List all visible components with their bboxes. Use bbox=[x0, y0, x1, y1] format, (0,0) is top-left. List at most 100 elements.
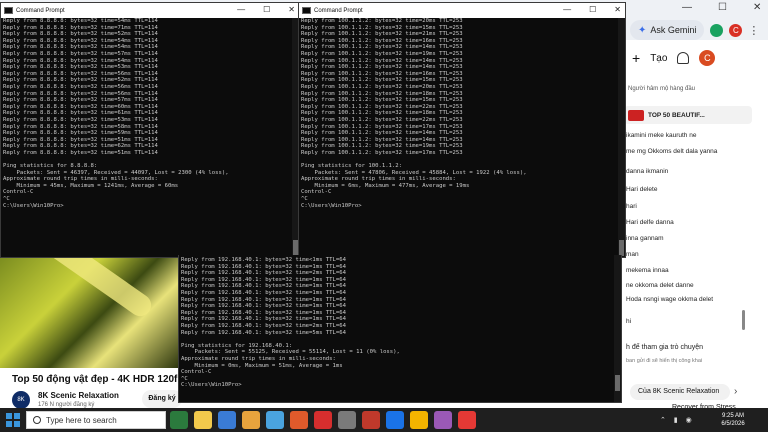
window-title: Command Prompt bbox=[314, 7, 363, 14]
video-player[interactable] bbox=[0, 256, 180, 368]
console-line: ^C bbox=[3, 196, 10, 203]
video-title: Top 50 động vật đẹp - 4K HDR 120fps bbox=[12, 374, 190, 385]
profile-avatar[interactable]: C bbox=[729, 23, 743, 37]
clock-date: 6/5/2026 bbox=[721, 421, 745, 427]
taskbar-app-icon[interactable] bbox=[194, 411, 212, 429]
chat-join-prompt[interactable]: h để tham gia trò chuyện bbox=[626, 344, 703, 351]
subscribe-button[interactable]: Đăng ký bbox=[142, 390, 182, 408]
extension-icon[interactable] bbox=[710, 23, 724, 37]
minimize-icon[interactable]: — bbox=[237, 5, 245, 14]
console-output[interactable]: Reply from 8.8.8.8: bytes=32 time=54ms T… bbox=[3, 18, 291, 257]
console-line: Reply from 8.8.8.8: bytes=32 time=53ms T… bbox=[3, 64, 158, 71]
console-line: Reply from 100.1.1.2: bytes=32 time=19ms… bbox=[301, 50, 463, 57]
maximize-icon[interactable]: ☐ bbox=[718, 2, 727, 13]
taskbar-app-icon[interactable] bbox=[386, 411, 404, 429]
taskbar-search[interactable]: Type here to search bbox=[26, 411, 166, 429]
window-titlebar[interactable]: Command Prompt — ☐ ✕ bbox=[299, 3, 625, 18]
command-prompt-window[interactable]: Command Prompt — ☐ ✕ Reply from 100.1.1.… bbox=[298, 2, 626, 258]
taskbar-app-icon[interactable] bbox=[410, 411, 428, 429]
console-line: Reply from 192.168.40.1: bytes=32 time=1… bbox=[181, 289, 347, 296]
window-title: Command Prompt bbox=[16, 7, 65, 14]
window-controls: — ☐ ✕ bbox=[563, 5, 621, 14]
console-line: Minimum = 45ms, Maximum = 1241ms, Averag… bbox=[3, 182, 179, 189]
pinned-message[interactable]: TOP 50 BEAUTIF... bbox=[624, 106, 752, 124]
channel-avatar[interactable]: 8K bbox=[12, 391, 30, 409]
chat-scrollbar[interactable] bbox=[742, 140, 745, 330]
console-line: Reply from 8.8.8.8: bytes=32 time=57ms T… bbox=[3, 97, 158, 104]
youtube-account-avatar[interactable]: C bbox=[699, 50, 716, 66]
console-line: Reply from 8.8.8.8: bytes=32 time=54ms T… bbox=[3, 37, 158, 44]
close-icon[interactable]: ✕ bbox=[614, 5, 621, 14]
window-titlebar[interactable]: Command Prompt — ☐ ✕ bbox=[1, 3, 299, 18]
chat-message: ne okkoma delet danne bbox=[626, 282, 694, 289]
chat-message: ikamini meke kauruth ne bbox=[626, 132, 697, 139]
console-line: Reply from 192.168.40.1: bytes=32 time=5… bbox=[181, 329, 347, 336]
channel-row: 8K 8K Scenic Relaxation 176 N người đăng… bbox=[12, 390, 182, 410]
console-output[interactable]: Reply from 192.168.40.1: bytes=32 time<1… bbox=[181, 257, 613, 402]
taskbar-search-placeholder: Type here to search bbox=[46, 415, 117, 425]
close-icon[interactable]: ✕ bbox=[288, 5, 295, 14]
close-icon[interactable]: ✕ bbox=[753, 2, 761, 13]
taskbar-app-icon[interactable] bbox=[314, 411, 332, 429]
minimize-icon[interactable]: — bbox=[682, 2, 692, 13]
window-controls: — ☐ ✕ bbox=[237, 5, 295, 14]
console-line: Reply from 8.8.8.8: bytes=32 time=57ms T… bbox=[3, 50, 158, 57]
vertical-scrollbar[interactable] bbox=[614, 255, 621, 402]
taskbar-app-icon[interactable] bbox=[338, 411, 356, 429]
console-line: Minimum = 0ms, Maximum = 51ms, Average =… bbox=[181, 362, 343, 369]
pinned-thumbnail bbox=[628, 109, 644, 121]
chevron-right-icon[interactable]: › bbox=[734, 386, 737, 397]
chat-message: danna ikmanin bbox=[626, 168, 669, 175]
maximize-icon[interactable]: ☐ bbox=[263, 5, 270, 14]
console-line: Reply from 8.8.8.8: bytes=32 time=51ms T… bbox=[3, 149, 158, 156]
console-line: Reply from 8.8.8.8: bytes=32 time=53ms T… bbox=[3, 116, 158, 123]
console-line: Reply from 100.1.1.2: bytes=32 time=22ms… bbox=[301, 116, 463, 123]
clock[interactable]: 9:25 AM 6/5/2026 bbox=[710, 412, 756, 428]
taskbar-app-icon[interactable] bbox=[242, 411, 260, 429]
command-prompt-window[interactable]: Reply from 192.168.40.1: bytes=32 time<1… bbox=[178, 255, 622, 403]
tray-icons[interactable]: ⌃ ▮ ◉ bbox=[660, 416, 695, 424]
browser-menu-icon[interactable]: ⋮ bbox=[748, 24, 759, 37]
start-windows-icon[interactable] bbox=[6, 413, 20, 427]
console-line: Reply from 100.1.1.2: bytes=32 time=15ms… bbox=[301, 77, 463, 84]
vertical-scrollbar[interactable] bbox=[618, 18, 625, 257]
chat-message: me mg Okkoms delt dala yanna bbox=[626, 148, 718, 155]
console-line: Reply from 8.8.8.8: bytes=32 time=54ms T… bbox=[3, 18, 158, 24]
command-prompt-window[interactable]: Command Prompt — ☐ ✕ Reply from 8.8.8.8:… bbox=[0, 2, 300, 258]
notifications-bell-icon[interactable] bbox=[677, 52, 690, 64]
console-line: Ping statistics for 8.8.8.8: bbox=[3, 163, 98, 170]
windows-taskbar: Type here to search ⌃ ▮ ◉ 9:25 AM 6/5/20… bbox=[0, 408, 768, 432]
create-plus-icon[interactable]: + bbox=[632, 50, 640, 66]
console-line: Reply from 192.168.40.1: bytes=32 time=1… bbox=[181, 309, 347, 316]
taskbar-app-icon[interactable] bbox=[290, 411, 308, 429]
taskbar-app-icon[interactable] bbox=[170, 411, 188, 429]
console-output[interactable]: Reply from 100.1.1.2: bytes=32 time=20ms… bbox=[301, 18, 617, 257]
console-line: Reply from 8.8.8.8: bytes=32 time=56ms T… bbox=[3, 90, 158, 97]
cmd-icon bbox=[4, 7, 13, 14]
minimize-icon[interactable]: — bbox=[563, 5, 571, 14]
create-label[interactable]: Tạo bbox=[650, 53, 667, 64]
clock-time: 9:25 AM bbox=[721, 413, 744, 419]
ask-gemini-button[interactable]: ✦ Ask Gemini bbox=[630, 20, 705, 40]
maximize-icon[interactable]: ☐ bbox=[589, 5, 596, 14]
console-line: Reply from 192.168.40.1: bytes=32 time=2… bbox=[181, 322, 347, 329]
console-line: Reply from 100.1.1.2: bytes=32 time=16ms… bbox=[301, 37, 463, 44]
taskbar-app-icon[interactable] bbox=[266, 411, 284, 429]
taskbar-app-icon[interactable] bbox=[434, 411, 452, 429]
console-line: Reply from 100.1.1.2: bytes=32 time=18ms… bbox=[301, 110, 463, 117]
chat-message: hi bbox=[626, 318, 632, 325]
taskbar-pinned-apps bbox=[170, 411, 476, 429]
taskbar-app-icon[interactable] bbox=[458, 411, 476, 429]
taskbar-app-icon[interactable] bbox=[218, 411, 236, 429]
console-line: Control-C bbox=[181, 369, 212, 376]
console-line: Approximate round trip times in milli-se… bbox=[181, 355, 336, 362]
console-line: Reply from 100.1.1.2: bytes=32 time=21ms… bbox=[301, 31, 463, 38]
taskbar-app-icon[interactable] bbox=[362, 411, 380, 429]
console-line: Reply from 100.1.1.2: bytes=32 time=17ms… bbox=[301, 149, 463, 156]
console-line: Reply from 100.1.1.2: bytes=32 time=14ms… bbox=[301, 57, 463, 64]
console-line: Reply from 192.168.40.1: bytes=32 time=1… bbox=[181, 296, 347, 303]
recommendation-chip[interactable]: Của 8K Scenic Relaxation bbox=[630, 384, 730, 400]
channel-name[interactable]: 8K Scenic Relaxation bbox=[38, 391, 119, 400]
